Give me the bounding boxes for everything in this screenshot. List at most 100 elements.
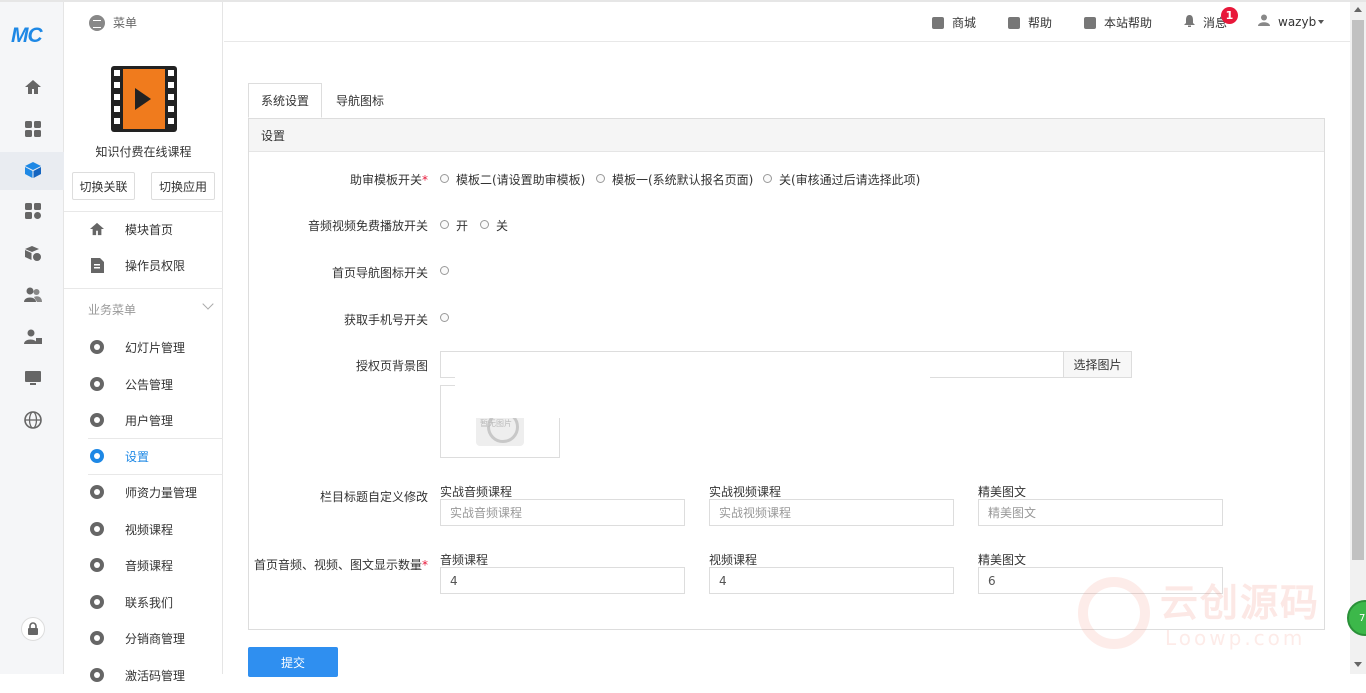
menu-item-settings[interactable]: 设置: [64, 438, 223, 474]
radio-label: 开: [456, 219, 469, 233]
plugin-icon[interactable]: [22, 242, 44, 264]
audio-count-input[interactable]: 4: [440, 567, 685, 594]
menu-item-label: 师资力量管理: [125, 485, 198, 500]
header-store-link[interactable]: 商城: [932, 14, 976, 31]
scroll-up-arrow-icon[interactable]: [1354, 7, 1362, 12]
menu-toggle[interactable]: 菜单: [89, 14, 137, 31]
scroll-thumb[interactable]: [1352, 20, 1364, 560]
menu-item-distributors[interactable]: 分销商管理: [64, 620, 223, 656]
watermark-subtext: Loowp.com: [1165, 626, 1306, 650]
chevron-down-icon[interactable]: [202, 298, 214, 310]
menu-item-slides[interactable]: 幻灯片管理: [64, 329, 223, 365]
gear-icon: [89, 630, 105, 646]
menu-toggle-label: 菜单: [113, 16, 138, 30]
monitor-icon[interactable]: [22, 367, 44, 389]
audio-column-title-input[interactable]: 实战音频课程: [440, 499, 685, 526]
switch-app-button[interactable]: 切换应用: [151, 172, 215, 200]
divider: [64, 288, 223, 289]
home-icon[interactable]: [22, 76, 44, 98]
menu-item-notices[interactable]: 公告管理: [64, 366, 223, 402]
column-titles-label: 栏目标题自定义修改: [319, 490, 428, 504]
audit-template-label: 助审模板开关*: [350, 171, 428, 188]
header-item-label: 帮助: [1028, 16, 1053, 30]
phone-switch-toggle[interactable]: [440, 313, 449, 322]
label-text: 首页音频、视频、图文显示数量: [253, 558, 422, 572]
header-help-link[interactable]: 帮助: [1008, 14, 1052, 31]
panel-title: 设置: [249, 119, 1324, 152]
scroll-down-arrow-icon[interactable]: [1354, 662, 1362, 667]
field-title: 音频课程: [440, 553, 489, 567]
field-title: 精美图文: [978, 553, 1027, 567]
menu-item-audio-courses[interactable]: 音频课程: [64, 547, 223, 583]
article-column-title-input[interactable]: 精美图文: [978, 499, 1223, 526]
lock-icon[interactable]: [21, 617, 45, 641]
field-title: 视频课程: [709, 553, 758, 567]
tab-system-settings[interactable]: 系统设置: [248, 83, 322, 118]
menu-item-activation-codes[interactable]: 激活码管理: [64, 657, 223, 693]
radio-free-play-on[interactable]: [440, 220, 449, 229]
free-play-label: 音频视频免费播放开关: [307, 219, 428, 233]
apps-icon[interactable]: [22, 118, 44, 140]
menu-item-label: 音频课程: [125, 558, 174, 573]
menu-item-operator-permissions[interactable]: 操作员权限: [64, 247, 223, 283]
menu-item-users[interactable]: 用户管理: [64, 402, 223, 438]
menu-item-module-home[interactable]: 模块首页: [64, 211, 223, 247]
menu-item-label: 视频课程: [125, 522, 174, 537]
header-item-label: 商城: [952, 16, 977, 30]
icon-rail: MC: [0, 2, 64, 674]
header-site-help-link[interactable]: 本站帮助: [1084, 14, 1152, 31]
select-image-button[interactable]: 选择图片: [1063, 351, 1132, 378]
radio-template-one[interactable]: [596, 174, 605, 183]
radio-label: 关(审核通过后请选择此项): [779, 173, 921, 187]
user-lock-icon[interactable]: [22, 326, 44, 348]
gear-icon: [89, 412, 105, 428]
menu-item-label: 设置: [125, 449, 150, 464]
auth-bg-label: 授权页背景图: [355, 359, 428, 373]
users-icon[interactable]: [22, 284, 44, 306]
submit-button[interactable]: 提交: [248, 647, 338, 677]
nav-icon-switch-toggle[interactable]: [440, 266, 449, 275]
tab-nav-icons[interactable]: 导航图标: [322, 83, 398, 118]
radio-off[interactable]: [763, 174, 772, 183]
gear-icon: [89, 594, 105, 610]
page-scrollbar[interactable]: [1350, 2, 1366, 674]
user-menu[interactable]: wazyb: [1258, 14, 1325, 29]
radio-label: 关: [496, 219, 509, 233]
redaction-block: [455, 352, 930, 418]
video-count-input[interactable]: 4: [709, 567, 954, 594]
bell-icon: [1184, 15, 1195, 30]
globe-icon[interactable]: [22, 409, 44, 431]
menu-group-title: 业务菜单: [88, 303, 137, 317]
nav-icon-switch-label: 首页导航图标开关: [331, 266, 428, 280]
site-help-icon: [1084, 16, 1096, 29]
home-counts-label: 首页音频、视频、图文显示数量*: [254, 556, 428, 573]
menu-item-teachers[interactable]: 师资力量管理: [64, 474, 223, 510]
no-image-text: 暂无图片: [480, 419, 512, 428]
menu-item-contact[interactable]: 联系我们: [64, 584, 223, 620]
store-icon: [932, 16, 944, 29]
radio-free-play-off[interactable]: [480, 220, 489, 229]
switch-link-button[interactable]: 切换关联: [72, 172, 135, 200]
menu-item-label: 公告管理: [125, 377, 174, 392]
watermark-logo: [1078, 577, 1150, 649]
document-icon: [89, 257, 105, 273]
menu-item-label: 联系我们: [125, 595, 174, 610]
cube-icon[interactable]: [22, 159, 44, 181]
brand-logo[interactable]: MC: [11, 24, 43, 48]
gear-icon: [89, 376, 105, 392]
gear-icon: [89, 339, 105, 355]
video-column-title-input[interactable]: 实战视频课程: [709, 499, 954, 526]
field-title: 实战视频课程: [709, 485, 782, 499]
field-title: 精美图文: [978, 485, 1027, 499]
top-header: 菜单 商城 帮助 本站帮助 消息 1 wazyb: [89, 2, 1350, 42]
radio-label: 模板一(系统默认报名页面): [612, 173, 754, 187]
menu-item-label: 分销商管理: [125, 631, 186, 646]
gear-icon: [89, 484, 105, 500]
radio-template-two[interactable]: [440, 174, 449, 183]
modules-icon[interactable]: [22, 200, 44, 222]
gear-icon: [89, 521, 105, 537]
menu-item-video-courses[interactable]: 视频课程: [64, 511, 223, 547]
help-icon: [1008, 16, 1020, 29]
user-name: wazyb: [1278, 14, 1317, 29]
gear-icon: [89, 557, 105, 573]
